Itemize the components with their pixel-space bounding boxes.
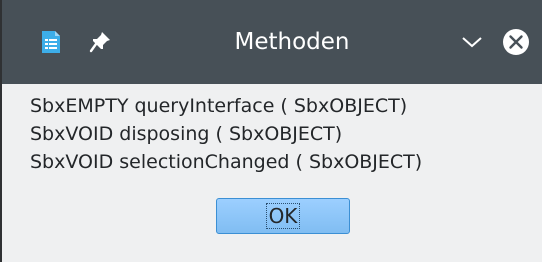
method-item: SbxVOID disposing ( SbxOBJECT) bbox=[30, 123, 343, 145]
method-item: SbxVOID selectionChanged ( SbxOBJECT) bbox=[30, 151, 423, 173]
dialog-content: SbxEMPTY queryInterface ( SbxOBJECT) Sbx… bbox=[2, 84, 542, 262]
pin-icon[interactable] bbox=[88, 30, 112, 54]
ok-button-label: OK bbox=[265, 203, 301, 229]
window-title: Methoden bbox=[234, 29, 350, 55]
close-icon[interactable] bbox=[502, 28, 530, 56]
method-item: SbxEMPTY queryInterface ( SbxOBJECT) bbox=[30, 95, 408, 117]
chevron-down-icon[interactable] bbox=[460, 32, 484, 52]
title-bar[interactable]: Methoden bbox=[2, 0, 542, 84]
methods-dialog: Methoden SbxEMPTY queryInterface ( SbxOB… bbox=[0, 0, 542, 262]
methods-list: SbxEMPTY queryInterface ( SbxOBJECT) Sbx… bbox=[30, 92, 422, 176]
ok-button[interactable]: OK bbox=[216, 198, 350, 234]
document-app-icon[interactable] bbox=[40, 30, 62, 54]
